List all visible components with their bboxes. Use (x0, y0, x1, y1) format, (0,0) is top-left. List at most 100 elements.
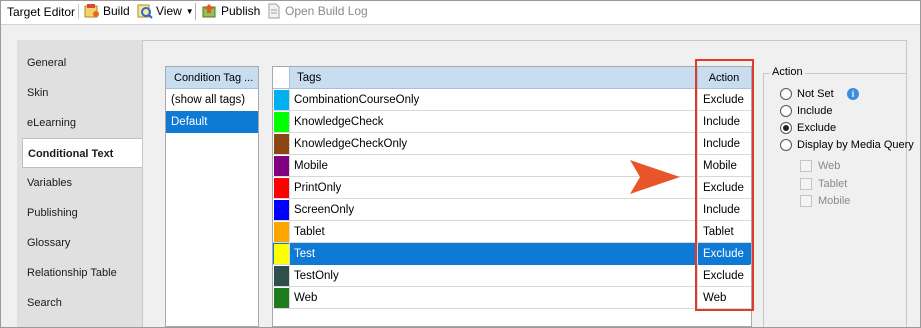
column-divider (289, 287, 290, 309)
list-item-show-all-tags[interactable]: (show all tags) (166, 89, 258, 111)
tag-action-cell[interactable]: Web (697, 287, 750, 309)
tab-publishing[interactable]: Publishing (17, 198, 142, 228)
checkbox-web[interactable]: Web (800, 160, 840, 172)
tag-color-swatch (274, 134, 289, 154)
build-icon (84, 3, 100, 19)
tag-action-cell[interactable]: Exclude (697, 89, 750, 111)
tag-name-cell[interactable]: Test (290, 243, 697, 265)
tag-action-cell[interactable]: Exclude (697, 265, 750, 287)
tab-elearning[interactable]: eLearning (17, 108, 142, 138)
radio-circle[interactable] (780, 105, 792, 117)
toolbar-separator (78, 4, 79, 19)
tag-name-cell[interactable]: KnowledgeCheck (294, 111, 384, 133)
radio-exclude[interactable]: Exclude (780, 122, 836, 134)
table-row[interactable]: CombinationCourseOnly Exclude (273, 89, 751, 111)
condition-tag-set-list[interactable]: Condition Tag ... (show all tags) Defaul… (165, 66, 259, 327)
tags-column-header[interactable]: Tags (297, 67, 321, 89)
radio-label: Exclude (797, 122, 837, 134)
tag-color-swatch (274, 266, 289, 286)
table-row[interactable]: Web Web (273, 287, 751, 309)
tag-color-swatch (274, 156, 289, 176)
column-divider (289, 221, 290, 243)
tag-name-cell[interactable]: PrintOnly (294, 177, 341, 199)
tab-conditional-text[interactable]: Conditional Text (22, 138, 143, 168)
checkbox-tablet[interactable]: Tablet (800, 178, 847, 190)
table-row[interactable]: Tablet Tablet (273, 221, 751, 243)
radio-label: Not Set (797, 88, 834, 100)
column-divider (289, 89, 290, 111)
tab-glossary[interactable]: Glossary (17, 228, 142, 258)
tag-action-cell[interactable]: Include (697, 111, 750, 133)
radio-label: Display by Media Query (797, 139, 914, 151)
radio-display-by-media-query[interactable]: Display by Media Query (780, 139, 914, 151)
tab-skin[interactable]: Skin (17, 78, 142, 108)
checkbox-box[interactable] (800, 160, 812, 172)
table-row[interactable]: Test Exclude (273, 243, 751, 265)
column-divider (289, 133, 290, 155)
tab-relationship-table[interactable]: Relationship Table (17, 258, 142, 288)
checkbox-box[interactable] (800, 195, 812, 207)
tag-name-cell[interactable]: CombinationCourseOnly (294, 89, 419, 111)
column-divider (289, 199, 290, 221)
condition-tag-set-header[interactable]: Condition Tag ... (166, 67, 258, 89)
publish-icon (202, 3, 218, 19)
tag-name-cell[interactable]: Web (294, 287, 317, 309)
tag-color-swatch (274, 288, 289, 308)
tag-color-swatch (274, 112, 289, 132)
tag-name-cell[interactable]: Tablet (294, 221, 325, 243)
tag-name-cell[interactable]: KnowledgeCheckOnly (294, 133, 407, 155)
tag-action-cell[interactable]: Tablet (697, 221, 750, 243)
table-row[interactable]: KnowledgeCheck Include (273, 111, 751, 133)
build-label: Build (103, 4, 130, 18)
log-document-icon (266, 3, 282, 19)
checkbox-label: Web (818, 160, 841, 172)
open-build-log-button[interactable]: Open Build Log (266, 2, 368, 20)
tab-variables[interactable]: Variables (17, 168, 142, 198)
list-item-default[interactable]: Default (166, 111, 258, 133)
tab-general[interactable]: General (17, 48, 142, 78)
publish-button[interactable]: Publish (202, 2, 260, 20)
publish-label: Publish (221, 4, 261, 18)
tag-action-cell[interactable]: Mobile (697, 155, 750, 177)
tag-name-cell[interactable]: ScreenOnly (294, 199, 354, 221)
radio-circle[interactable] (780, 88, 792, 100)
tag-name-cell[interactable]: TestOnly (294, 265, 339, 287)
tag-color-swatch (274, 200, 289, 220)
column-divider (289, 111, 290, 133)
tag-action-cell[interactable]: Exclude (697, 243, 750, 265)
column-divider (289, 177, 290, 199)
radio-not-set[interactable]: Not Set (780, 88, 834, 100)
table-row[interactable]: KnowledgeCheckOnly Include (273, 133, 751, 155)
pointer-arrow-icon (628, 158, 682, 199)
open-build-log-label: Open Build Log (285, 4, 368, 18)
toolbar-separator (195, 3, 196, 20)
tag-action-cell[interactable]: Exclude (697, 177, 750, 199)
info-icon[interactable]: i (847, 88, 859, 100)
table-row[interactable]: TestOnly Exclude (273, 265, 751, 287)
tag-color-swatch (274, 244, 289, 264)
tag-color-swatch (274, 178, 289, 198)
table-row[interactable]: ScreenOnly Include (273, 199, 751, 221)
swatch-column-header (273, 67, 290, 88)
checkbox-mobile[interactable]: Mobile (800, 195, 850, 207)
tag-name-cell[interactable]: Mobile (294, 155, 328, 177)
build-button[interactable]: Build (84, 2, 130, 20)
action-group-title: Action (770, 66, 805, 78)
column-divider (289, 265, 290, 287)
checkbox-label: Tablet (818, 178, 848, 190)
radio-label: Include (797, 105, 833, 117)
tags-grid-header: Tags Action (273, 67, 751, 89)
window-title: Target Editor (7, 5, 76, 19)
radio-circle-checked[interactable] (780, 122, 792, 134)
radio-circle[interactable] (780, 139, 792, 151)
tag-action-cell[interactable]: Include (697, 199, 750, 221)
tag-action-cell[interactable]: Include (697, 133, 750, 155)
radio-include[interactable]: Include (780, 105, 832, 117)
checkbox-box[interactable] (800, 178, 812, 190)
view-dropdown-icon: ▼ (185, 6, 194, 16)
view-icon (137, 3, 153, 19)
view-button[interactable]: View ▼ (137, 2, 194, 20)
action-column-header[interactable]: Action (697, 67, 750, 88)
tag-color-swatch (274, 90, 289, 110)
tab-search[interactable]: Search (17, 288, 142, 318)
